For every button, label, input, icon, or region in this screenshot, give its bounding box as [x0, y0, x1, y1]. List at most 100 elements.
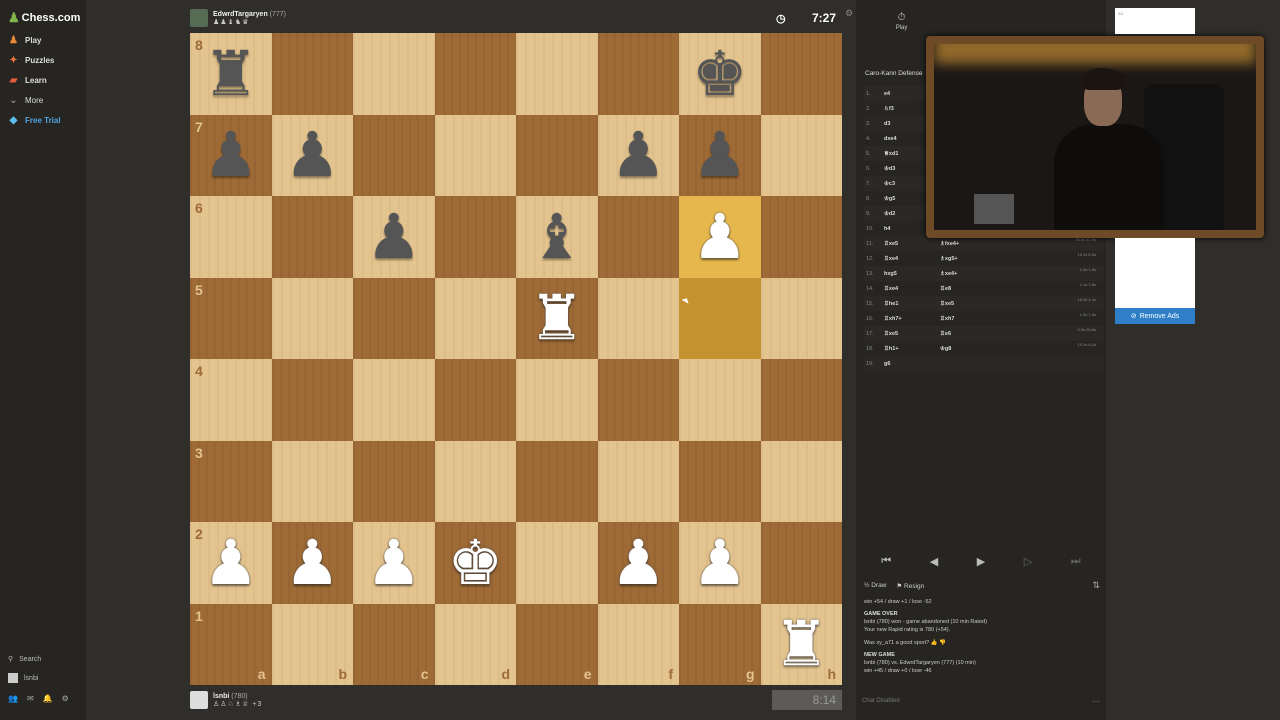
square-c2[interactable]: ♟: [353, 522, 435, 604]
square-f8[interactable]: [597, 33, 679, 115]
board-settings-icon[interactable]: ⚙: [845, 8, 853, 19]
next-move-button[interactable]: ▷: [1024, 555, 1032, 568]
square-f1[interactable]: f: [597, 603, 679, 685]
square-g8[interactable]: ♚: [679, 33, 761, 115]
square-e1[interactable]: e: [516, 603, 598, 685]
square-f7[interactable]: ♟: [597, 114, 680, 197]
square-a5[interactable]: 5: [190, 277, 272, 359]
white-move[interactable]: ♖h1+: [884, 346, 940, 352]
square-e6[interactable]: ♝: [516, 196, 598, 278]
square-a2[interactable]: 2 ♟: [190, 522, 272, 604]
white-rook-piece[interactable]: ♜: [516, 278, 598, 360]
tab-play[interactable]: ⏱ Play: [896, 8, 908, 58]
square-c5[interactable]: [353, 277, 435, 359]
black-pawn-piece[interactable]: ♟: [272, 115, 354, 197]
square-b1[interactable]: b: [271, 603, 353, 685]
flip-board-icon[interactable]: ⇅: [1092, 580, 1100, 591]
previous-move-button[interactable]: ◀: [930, 555, 938, 568]
sidebar-item-more[interactable]: ⌄ More: [8, 95, 43, 106]
thumbs-down-icon[interactable]: 👎: [939, 640, 946, 646]
square-g5[interactable]: [679, 277, 761, 359]
remove-ads-button[interactable]: ⊘ Remove Ads: [1115, 308, 1195, 324]
sidebar-search[interactable]: ⚲ Search: [8, 655, 41, 664]
black-king-piece[interactable]: ♚: [679, 33, 761, 115]
chess-board[interactable]: 8 ♜ ♚ 7 ♟ ♟ ♟ ♟ 6 ♟ ♝ ♟ 5 ♜ 4 3 2 ♟ ♟ ♟ ♚ ♟ ♟ 1 a b c d e f g h ♜: [190, 33, 842, 685]
square-c6[interactable]: ♟: [353, 196, 435, 278]
square-e5[interactable]: ♜: [516, 277, 598, 360]
white-move[interactable]: ♖xe5: [884, 331, 940, 337]
avatar[interactable]: [190, 691, 208, 709]
square-h2[interactable]: [760, 522, 842, 604]
opening-name[interactable]: Caro-Kann Defense: [865, 70, 922, 77]
square-g7[interactable]: ♟: [679, 114, 761, 197]
white-pawn-piece[interactable]: ♟: [272, 522, 354, 604]
black-pawn-piece[interactable]: ♟: [190, 115, 272, 197]
square-d3[interactable]: [434, 440, 516, 522]
black-move[interactable]: ♗fxe4+: [940, 241, 996, 247]
square-h8[interactable]: [760, 33, 842, 115]
square-h3[interactable]: [760, 440, 842, 522]
white-rook-piece[interactable]: ♜: [761, 604, 843, 686]
square-e2[interactable]: [516, 522, 598, 604]
square-d7[interactable]: [434, 114, 516, 196]
square-d2[interactable]: ♚: [434, 522, 517, 604]
black-rook-piece[interactable]: ♜: [190, 33, 272, 115]
square-e3[interactable]: [516, 440, 598, 522]
black-pawn-piece[interactable]: ♟: [598, 115, 680, 197]
sidebar-item-learn[interactable]: ▰ Learn: [8, 75, 47, 86]
black-move[interactable]: ♖xh7: [940, 316, 996, 322]
white-move[interactable]: ♖xe4: [884, 286, 940, 292]
square-b3[interactable]: [271, 440, 353, 522]
square-e7[interactable]: [516, 114, 598, 196]
chesscom-logo[interactable]: ♟ Chess.com: [8, 10, 80, 26]
sidebar-user[interactable]: lsnbi: [8, 673, 38, 683]
settings-icon[interactable]: ⚙: [62, 694, 69, 703]
white-pawn-piece[interactable]: ♟: [598, 522, 680, 604]
messages-icon[interactable]: ✉: [27, 694, 34, 703]
square-a6[interactable]: 6: [190, 196, 272, 278]
square-h5[interactable]: [760, 277, 842, 359]
black-move[interactable]: ♖xe5: [940, 301, 996, 307]
square-b6[interactable]: [271, 196, 353, 278]
white-move[interactable]: ♖xh7+: [884, 316, 940, 322]
white-pawn-piece[interactable]: ♟: [679, 522, 761, 604]
black-move[interactable]: ♖e8: [940, 286, 996, 292]
square-c4[interactable]: [353, 359, 435, 441]
avatar[interactable]: [190, 9, 208, 27]
square-c7[interactable]: [353, 114, 435, 196]
square-a8[interactable]: 8 ♜: [190, 33, 272, 115]
square-a4[interactable]: 4: [190, 359, 272, 441]
sidebar-item-puzzles[interactable]: ✦ Puzzles: [8, 55, 54, 66]
white-pawn-piece[interactable]: ♟: [190, 522, 272, 604]
last-move-button[interactable]: ⏭: [1071, 555, 1081, 568]
ad-banner-top[interactable]: AD: [1115, 8, 1195, 34]
black-pawn-piece[interactable]: ♟: [679, 115, 761, 197]
square-c1[interactable]: c: [353, 603, 435, 685]
square-f3[interactable]: [597, 440, 679, 522]
black-pawn-piece[interactable]: ♟: [353, 196, 435, 278]
white-move[interactable]: ♖xe5: [884, 241, 940, 247]
square-f4[interactable]: [597, 359, 679, 441]
black-bishop-piece[interactable]: ♝: [516, 196, 598, 278]
square-h4[interactable]: [760, 359, 842, 441]
square-a7[interactable]: 7 ♟: [190, 114, 272, 197]
white-pawn-piece[interactable]: ♟: [679, 196, 761, 278]
square-h6[interactable]: [760, 196, 842, 278]
square-e8[interactable]: [516, 33, 598, 115]
square-f5[interactable]: [597, 277, 679, 359]
black-move[interactable]: ♔g8: [940, 346, 996, 352]
more-options-icon[interactable]: ⋯: [1092, 697, 1100, 706]
sidebar-item-play[interactable]: ♟ Play: [8, 35, 41, 46]
square-a1[interactable]: 1a: [190, 603, 272, 685]
square-b4[interactable]: [271, 359, 353, 441]
square-c3[interactable]: [353, 440, 435, 522]
white-king-piece[interactable]: ♚: [435, 522, 517, 604]
square-d1[interactable]: d: [434, 603, 516, 685]
square-a3[interactable]: 3: [190, 440, 272, 522]
square-d8[interactable]: [434, 33, 516, 115]
square-d6[interactable]: [434, 196, 516, 278]
square-f2[interactable]: ♟: [597, 522, 680, 604]
square-b8[interactable]: [271, 33, 353, 115]
thumbs-up-icon[interactable]: 👍: [931, 640, 938, 646]
square-b7[interactable]: ♟: [271, 114, 354, 197]
